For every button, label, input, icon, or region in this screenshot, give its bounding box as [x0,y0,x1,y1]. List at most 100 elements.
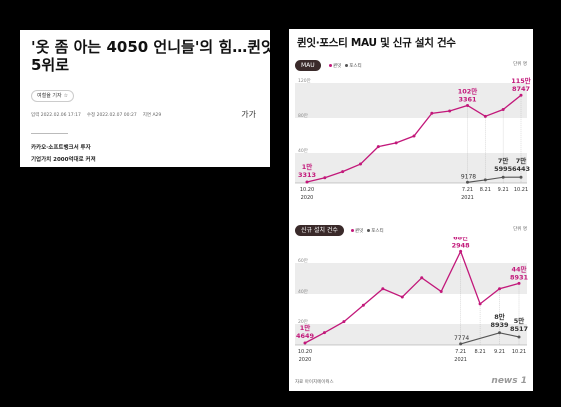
label-queenit-first-0: 1만 [302,162,313,171]
divider [31,133,68,134]
queenit-point [519,93,523,97]
queenit-point [420,276,424,280]
label-queenit-last-1: 8747 [512,85,530,93]
x-tick-label: 10.21 [514,187,528,193]
queenit-point [322,331,326,335]
source-text: 자료 아이지에이웍스 [295,380,334,385]
y-tick-label: 60만 [298,257,308,264]
queenit-point [466,103,469,107]
mau-chart: 120만 80만 40만 10.20 7.21 8.21 9.21 10.21 2020 2021… [295,76,531,201]
year-label: 2021 [461,195,474,201]
headline-line-2: 5위로 [31,56,70,74]
headline-line-1: '옷 좀 아는 4050 언니들'의 힘…퀸잇, 1년 만에 [31,38,270,56]
queenit-point [394,141,398,145]
label-queenit-peak-1: 2948 [452,241,471,249]
year-label: 2020 [299,357,312,363]
y-tick-label: 40만 [298,288,308,295]
install-badge: 신규 설치 건수 [295,225,344,236]
queenit-point [341,170,345,174]
label-queenit-last-0: 115만 [511,76,531,85]
label-queenit-first-1: 4649 [296,332,315,340]
label-queenit-last-1: 8931 [510,273,529,281]
legend-posty: 포스티 [345,63,362,69]
queenit-point [342,320,346,324]
queenit-point [381,287,385,291]
reporter-label: 여철율 기자 [37,93,62,99]
queenit-point [303,341,307,345]
x-tick-label: 10.21 [512,349,526,355]
queenit-point [517,281,521,285]
infographic: 퀸잇·포스티 MAU 및 신규 설치 건수 MAU 퀸잇 포스티 단위 명 12… [289,29,533,391]
x-tick-label: 7.21 [455,349,466,355]
queenit-point [400,295,404,299]
modified-date: 수정 2022.02.07 00:27 [86,113,137,118]
mau-legend: 퀸잇 포스티 [329,63,362,69]
posty-point [459,342,463,346]
star-icon: ☆ [63,93,69,99]
label-queenit-jul-0: 102만 [458,86,478,95]
label-queenit-first-0: 1만 [300,323,311,332]
label-queenit-first-1: 3313 [298,171,316,179]
label-posty-jul: 7774 [454,335,469,342]
legend-posty-2: 포스티 [367,228,384,234]
label-posty-jul: 9178 [461,173,476,180]
published-date: 입력 2022.02.06 17:17 [31,113,81,118]
band-upper [295,263,527,294]
y-tick-label: 80만 [298,112,308,119]
queenit-point [359,162,362,166]
queenit-point [459,249,463,253]
label-posty-sep-0: 8만 [494,312,505,321]
page-ref: 지면 A29 [142,113,162,118]
install-chart: 60만40만20만10.20 7.21 8.21 9.21 10.212020 20211… [295,237,529,363]
label-posty-last-0: 7만 [516,156,527,165]
y-tick-label: 120만 [298,77,311,84]
queenit-point [412,134,416,138]
queenit-point [305,180,309,184]
queenit-point [498,287,502,291]
label-posty-sep-1: 5995 [494,165,513,173]
posty-point [517,335,521,339]
x-tick-label: 10.20 [300,187,314,193]
install-unit: 단위 명 [513,227,527,232]
x-tick-label: 8.21 [480,187,491,193]
x-tick-label: 9.21 [498,187,509,193]
infographic-title: 퀸잇·포스티 MAU 및 신규 설치 건수 [297,37,456,49]
article-headline[interactable]: '옷 좀 아는 4050 언니들'의 힘…퀸잇, 1년 만에 5위로 [31,38,270,74]
label-posty-last-1: 6443 [512,165,530,173]
queenit-point [501,108,505,112]
y-tick-label: 40만 [298,147,308,154]
queenit-point [361,303,365,307]
summary-line-2: 기업가치 2000억대로 커져 [31,157,96,163]
year-label: 2020 [301,195,314,201]
x-tick-label: 9.21 [494,349,505,355]
label-queenit-jul-1: 3361 [458,95,477,103]
article-meta: 입력 2022.02.06 17:17 수정 2022.02.07 00:27 … [31,112,161,118]
queenit-point [483,114,487,118]
posty-point [519,175,523,179]
legend-queenit: 퀸잇 [329,63,341,69]
install-legend: 퀸잇 포스티 [351,228,384,234]
news1-logo: news 1 [491,376,527,386]
mau-badge: MAU [295,60,321,71]
queenit-point [439,290,443,294]
label-posty-last-0: 5만 [514,316,525,325]
queenit-point [430,111,434,115]
posty-point [483,178,487,182]
mau-unit: 단위 명 [513,62,527,67]
queenit-point [323,176,327,180]
queenit-point [376,145,380,149]
reporter-button[interactable]: 여철율 기자 ☆ [31,90,75,102]
queenit-point [448,109,452,113]
legend-queenit-2: 퀸잇 [351,228,363,234]
band-upper [295,83,527,118]
year-label: 2021 [454,357,467,363]
x-tick-label: 7.21 [462,187,473,193]
article-card: '옷 좀 아는 4050 언니들'의 힘…퀸잇, 1년 만에 5위로 여철율 기… [20,30,270,167]
font-size-icon[interactable]: 가가 [241,109,256,120]
posty-point [466,180,469,184]
label-posty-sep-1: 8939 [490,321,509,329]
x-tick-label: 8.21 [475,349,486,355]
summary-line-1: 카카오·소프트뱅크서 투자 [31,145,91,151]
posty-point [501,175,505,179]
queenit-point [478,302,482,306]
